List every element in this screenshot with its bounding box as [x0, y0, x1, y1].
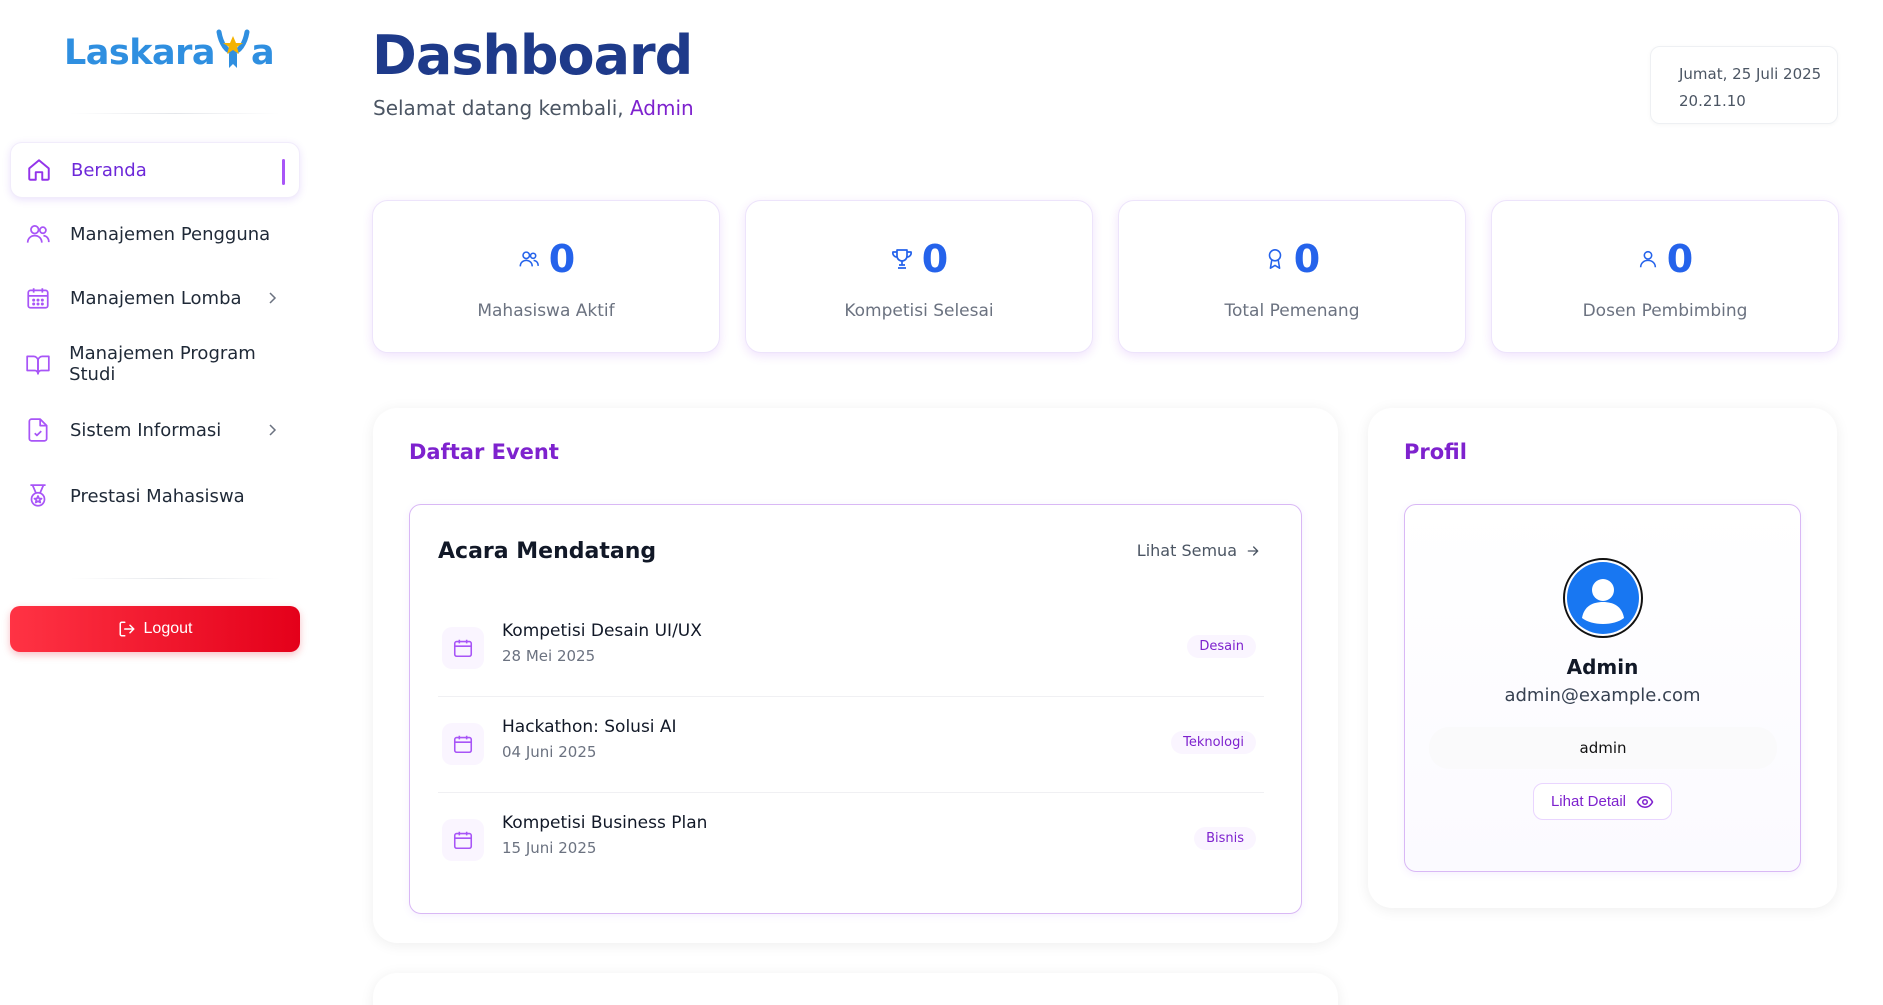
- event-name: Kompetisi Business Plan: [502, 813, 708, 833]
- sidebar-item-manajemen-pengguna[interactable]: Manajemen Pengguna: [10, 206, 300, 262]
- profile-email: admin@example.com: [1504, 685, 1701, 706]
- chevron-right-icon: [269, 292, 277, 304]
- profile-card: Admin admin@example.com admin Lihat Deta…: [1404, 504, 1801, 872]
- sidebar-item-label: Manajemen Pengguna: [70, 223, 271, 245]
- brand-name-part1: Laskara: [64, 33, 216, 73]
- calendar-icon: [442, 819, 484, 861]
- event-date: 04 Juni 2025: [502, 743, 597, 761]
- see-all-label: Lihat Semua: [1136, 541, 1237, 560]
- sidebar-item-label: Sistem Informasi: [70, 419, 222, 441]
- profile-panel: Profil Admin admin@example.com admin Lih…: [1368, 408, 1837, 908]
- sidebar-nav: Beranda Manajemen Pengguna Manajemen Lom…: [10, 142, 300, 532]
- event-name: Hackathon: Solusi AI: [502, 717, 677, 737]
- sidebar-item-label: Prestasi Mahasiswa: [70, 485, 245, 507]
- calendar-icon: [442, 627, 484, 669]
- stat-value: 0: [1293, 237, 1321, 281]
- stat-card-kompetisi-selesai: 0 Kompetisi Selesai: [745, 200, 1093, 353]
- stat-label: Total Pemenang: [1224, 301, 1360, 321]
- sidebar: Laskara a Beranda Manajemen Pengguna Man…: [0, 0, 310, 1005]
- current-date: Jumat, 25 Juli 2025: [1679, 65, 1822, 83]
- view-detail-button[interactable]: Lihat Detail: [1533, 783, 1672, 820]
- logout-label: Logout: [143, 620, 193, 637]
- datetime-box: Jumat, 25 Juli 2025 20.21.10: [1650, 46, 1838, 124]
- stat-value: 0: [921, 237, 949, 281]
- event-date: 28 Mei 2025: [502, 647, 596, 665]
- event-item[interactable]: Kompetisi Desain UI/UX 28 Mei 2025 Desai…: [438, 601, 1264, 697]
- profile-name: Admin: [1566, 655, 1639, 679]
- home-icon: [25, 156, 53, 184]
- current-time: 20.21.10: [1679, 92, 1746, 110]
- page-title: Dashboard: [372, 24, 693, 87]
- see-all-link[interactable]: Lihat Semua: [1137, 541, 1261, 560]
- medal-icon: [24, 482, 52, 510]
- upcoming-events-card: Acara Mendatang Lihat Semua Kompetisi De…: [409, 504, 1302, 914]
- sidebar-divider: [70, 113, 280, 114]
- event-category-badge: Teknologi: [1171, 731, 1256, 754]
- welcome-text: Selamat datang kembali, Admin: [373, 96, 694, 120]
- brand-name-part2: a: [251, 33, 275, 73]
- sidebar-item-beranda[interactable]: Beranda: [10, 142, 300, 198]
- event-item[interactable]: Kompetisi Business Plan 15 Juni 2025 Bis…: [438, 793, 1264, 889]
- stat-label: Mahasiswa Aktif: [477, 301, 615, 321]
- logout-button[interactable]: Logout: [10, 606, 300, 652]
- trophy-icon: [891, 249, 912, 269]
- file-check-icon: [24, 416, 52, 444]
- upcoming-events-title: Acara Mendatang: [438, 539, 657, 564]
- stat-value: 0: [1666, 237, 1694, 281]
- user-icon: [1639, 250, 1656, 268]
- calendar-icon: [442, 723, 484, 765]
- arrow-right-icon: [1247, 545, 1259, 556]
- sidebar-item-prestasi-mahasiswa[interactable]: Prestasi Mahasiswa: [10, 468, 300, 524]
- sidebar-item-manajemen-program-studi[interactable]: Manajemen Program Studi: [10, 336, 300, 392]
- sidebar-item-label: Manajemen Lomba: [70, 287, 242, 309]
- event-panel-title: Daftar Event: [409, 440, 559, 464]
- eye-icon: [1636, 795, 1654, 808]
- avatar: [1563, 558, 1643, 638]
- stat-label: Dosen Pembimbing: [1582, 301, 1748, 321]
- stat-value: 0: [548, 237, 576, 281]
- chevron-right-icon: [269, 424, 277, 436]
- profile-role-badge: admin: [1429, 727, 1777, 769]
- calendar-icon: [24, 284, 52, 312]
- event-item[interactable]: Hackathon: Solusi AI 04 Juni 2025 Teknol…: [438, 697, 1264, 793]
- sidebar-item-label: Beranda: [71, 159, 147, 181]
- secondary-panel: [373, 973, 1338, 1005]
- sidebar-item-label: Manajemen Program Studi: [69, 343, 256, 385]
- profile-panel-title: Profil: [1404, 440, 1467, 464]
- view-detail-label: Lihat Detail: [1550, 793, 1627, 810]
- event-category-badge: Desain: [1187, 635, 1256, 658]
- event-date: 15 Juni 2025: [502, 839, 597, 857]
- stat-card-dosen-pembimbing: 0 Dosen Pembimbing: [1491, 200, 1839, 353]
- sidebar-item-sistem-informasi[interactable]: Sistem Informasi: [10, 402, 300, 458]
- users-icon: [24, 220, 52, 248]
- book-icon: [24, 350, 51, 378]
- event-panel: Daftar Event Acara Mendatang Lihat Semua…: [373, 408, 1338, 943]
- event-name: Kompetisi Desain UI/UX: [502, 621, 702, 641]
- user-avatar-icon: [1567, 562, 1639, 634]
- users-icon: [519, 251, 539, 267]
- logout-icon: [119, 621, 135, 637]
- medal-logo-icon: [216, 29, 250, 68]
- welcome-prefix: Selamat datang kembali,: [373, 96, 624, 120]
- stat-card-mahasiswa-aktif: 0 Mahasiswa Aktif: [372, 200, 720, 353]
- welcome-user: Admin: [629, 96, 694, 120]
- sidebar-divider: [70, 578, 280, 579]
- award-icon: [1268, 249, 1282, 269]
- stat-card-total-pemenang: 0 Total Pemenang: [1118, 200, 1466, 353]
- stat-label: Kompetisi Selesai: [844, 301, 994, 321]
- sidebar-item-manajemen-lomba[interactable]: Manajemen Lomba: [10, 270, 300, 326]
- brand-logo[interactable]: Laskara a: [64, 28, 275, 73]
- event-category-badge: Bisnis: [1194, 827, 1256, 850]
